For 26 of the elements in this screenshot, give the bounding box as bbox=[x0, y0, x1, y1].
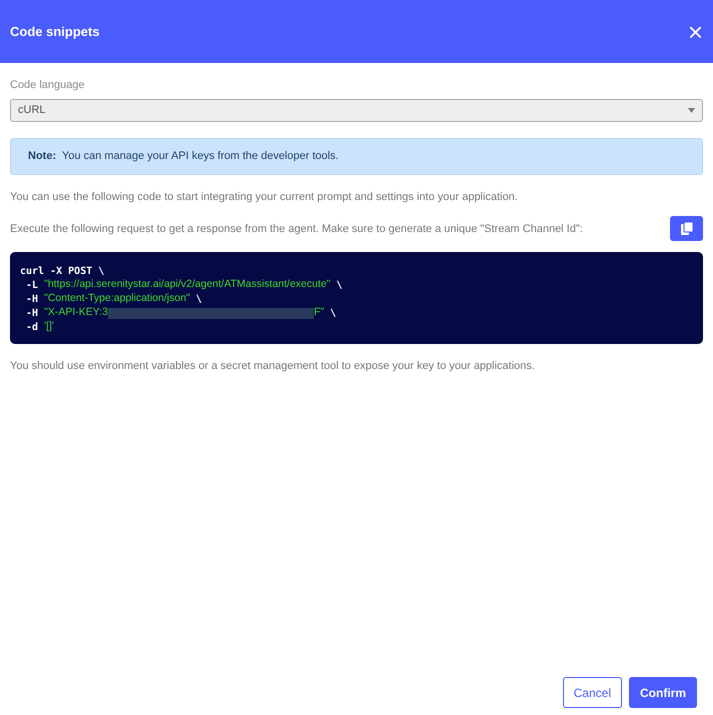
close-button[interactable]: × bbox=[688, 18, 703, 44]
confirm-button[interactable]: Confirm bbox=[629, 677, 697, 708]
field-label: Code language bbox=[10, 78, 86, 93]
code-token: \ bbox=[335, 278, 342, 292]
code-token: -H bbox=[25, 292, 40, 306]
code-token: curl -X POST \ bbox=[20, 264, 104, 278]
code-token: -H bbox=[25, 306, 40, 320]
cancel-button[interactable]: Cancel bbox=[562, 677, 622, 708]
caret-icon bbox=[688, 108, 695, 112]
code-string: "https://api.serenitystar.ai/api/v2/agent/ATMassistant/execute" bbox=[44, 277, 330, 292]
code-token: -d bbox=[25, 320, 40, 334]
intro-text: You can use the following code to start integrating your current prompt and settings into your application. bbox=[10, 190, 519, 204]
code-token: -L bbox=[25, 278, 40, 292]
copy-button[interactable] bbox=[670, 216, 703, 241]
copy-icon bbox=[680, 222, 692, 235]
code-string: "Content-Type:application/json" bbox=[44, 291, 190, 306]
code-string: '[]' bbox=[44, 319, 54, 334]
language-dropdown[interactable]: cURL bbox=[10, 98, 703, 122]
code-string: F" bbox=[314, 305, 324, 320]
note-text: Note: You can manage your API keys from the developer tools. bbox=[28, 148, 339, 164]
instruction-text: Execute the following request to get a response from the agent. Make sure to generate a unique "Stream Channel Id": bbox=[10, 222, 583, 237]
footnote-text: You should use environment variables or a secret management tool to expose your key to your applications. bbox=[10, 359, 536, 374]
code-string: "X-API-KEY:3 bbox=[44, 305, 108, 320]
code-token: \ bbox=[329, 306, 336, 320]
dialog-title: Code snippets bbox=[10, 22, 100, 41]
code-token: \ bbox=[194, 292, 202, 306]
